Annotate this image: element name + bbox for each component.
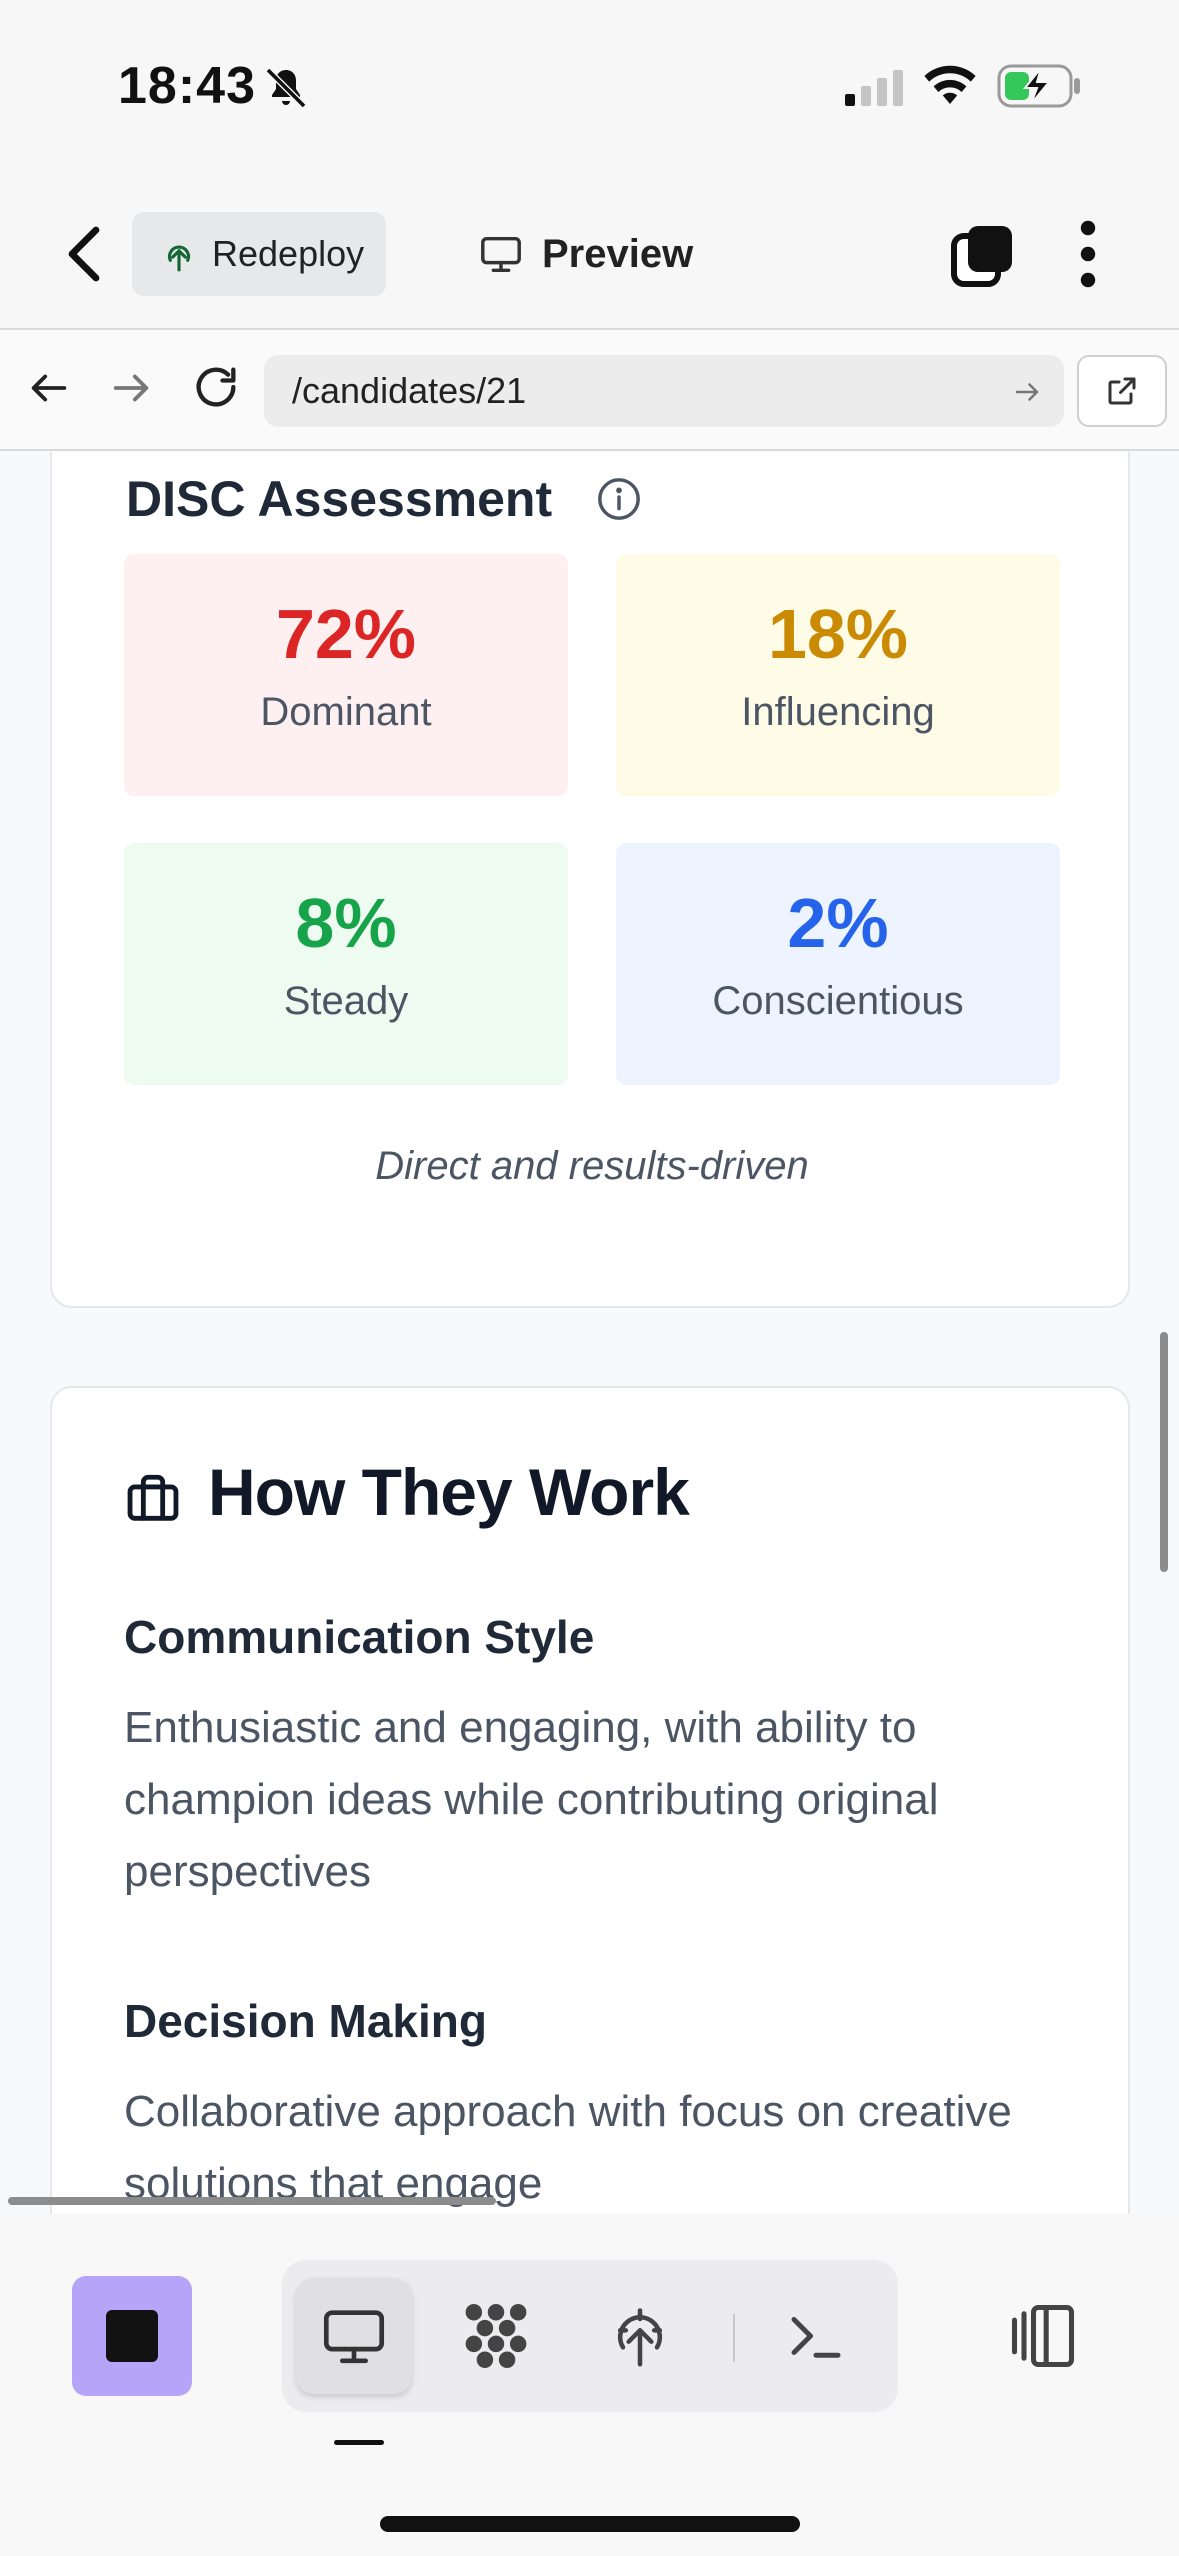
monitor-icon <box>481 236 521 273</box>
subsection-heading: Communication Style <box>124 1611 595 1663</box>
subsection-heading: Decision Making <box>124 1995 487 2047</box>
console-view-button[interactable] <box>758 2278 874 2394</box>
status-bar: 18:43 <box>0 0 1179 180</box>
disc-percent: 72% <box>275 595 417 673</box>
signal-icon <box>845 70 903 106</box>
bell-slash-icon <box>265 67 307 109</box>
horizontal-scrollbar[interactable] <box>8 2197 496 2205</box>
disc-label: Steady <box>283 979 409 1023</box>
more-vertical-icon[interactable] <box>1068 220 1108 288</box>
how-they-work-card: How They Work Communication Style Enthus… <box>50 1386 1130 2214</box>
preview-toggle[interactable]: Preview <box>478 218 693 290</box>
redeploy-label: Redeploy <box>212 233 365 274</box>
go-arrow-icon[interactable] <box>1012 377 1042 407</box>
terminal-icon <box>791 2317 841 2358</box>
deploy-tree-icon <box>617 2308 663 2367</box>
reload-icon[interactable] <box>190 361 242 413</box>
disc-tile-dominant: 72% Dominant <box>124 554 568 796</box>
deploy-view-button[interactable] <box>582 2278 698 2394</box>
disc-percent: 2% <box>787 884 889 962</box>
preview-label: Preview <box>542 231 694 276</box>
url-input[interactable]: /candidates/21 <box>264 355 1064 427</box>
preview-view-button[interactable] <box>296 2278 412 2394</box>
active-tab-indicator <box>334 2440 384 2445</box>
disc-assessment-card: DISC Assessment 72% Dominant 18% Influen… <box>50 452 1130 1308</box>
monitor-icon <box>323 2310 385 2364</box>
external-link-icon <box>1108 377 1136 405</box>
tabs-icon[interactable] <box>950 224 1014 288</box>
bottom-toolbar <box>0 2214 1179 2556</box>
briefcase-icon <box>127 1474 179 1521</box>
tree-upload-icon <box>167 245 191 272</box>
dots-cluster-icon <box>465 2304 527 2368</box>
disc-label: Dominant <box>260 690 432 734</box>
arrow-left-icon[interactable] <box>26 365 72 411</box>
stop-button[interactable] <box>72 2276 192 2396</box>
stop-icon <box>106 2310 158 2362</box>
open-external-button[interactable] <box>1077 355 1167 427</box>
status-time: 18:43 <box>118 57 256 115</box>
vertical-scrollbar[interactable] <box>1160 1332 1168 1572</box>
info-icon[interactable] <box>596 476 642 522</box>
redeploy-button[interactable]: Redeploy <box>132 212 386 296</box>
toolbar-divider <box>733 2314 735 2362</box>
disc-tile-steady: 8% Steady <box>124 843 568 1085</box>
chevron-left-icon[interactable] <box>60 224 112 284</box>
disc-label: Influencing <box>741 690 935 734</box>
wifi-icon <box>924 65 976 104</box>
url-text: /candidates/21 <box>292 370 527 411</box>
disc-percent: 8% <box>295 884 397 962</box>
battery-charging-icon <box>997 64 1080 108</box>
home-indicator <box>380 2516 800 2532</box>
disc-tile-influencing: 18% Influencing <box>616 554 1060 796</box>
preview-content[interactable]: DISC Assessment 72% Dominant 18% Influen… <box>0 452 1179 2214</box>
disc-summary: Direct and results-driven <box>375 1144 809 1188</box>
disc-percent: 18% <box>767 595 909 673</box>
arrow-right-icon[interactable] <box>108 365 154 411</box>
subsection-text: Collaborative approach with focus on cre… <box>124 2087 1012 2208</box>
url-bar: /candidates/21 <box>0 331 1179 451</box>
workspace-view-button[interactable] <box>438 2278 554 2394</box>
disc-title: DISC Assessment <box>126 471 553 527</box>
section-title: How They Work <box>208 1455 690 1529</box>
app-header: Redeploy Preview <box>0 180 1179 330</box>
split-panel-icon[interactable] <box>1005 2298 1081 2374</box>
disc-tile-conscientious: 2% Conscientious <box>616 843 1060 1085</box>
subsection-text: Enthusiastic and engaging, with ability … <box>124 1703 939 1896</box>
disc-label: Conscientious <box>712 979 964 1023</box>
view-switcher <box>282 2260 898 2412</box>
